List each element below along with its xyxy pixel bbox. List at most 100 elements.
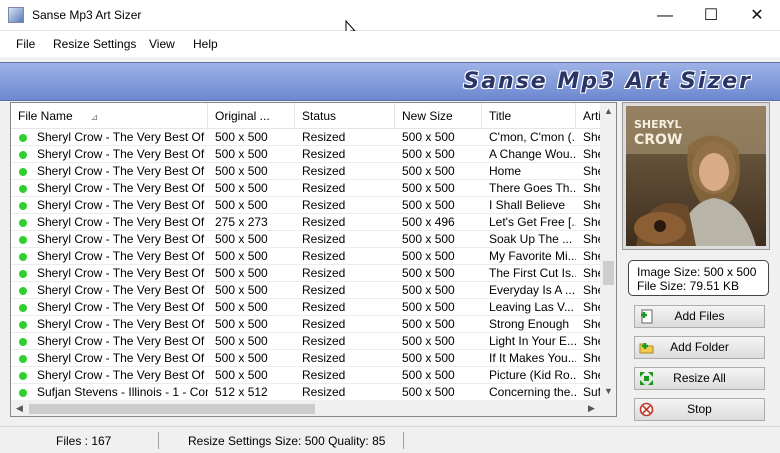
- cell-status: Resized: [302, 147, 346, 161]
- status-dot-icon: [19, 372, 27, 380]
- cell-original-size: 500 x 500: [215, 300, 268, 314]
- cell-original-size: 500 x 500: [215, 266, 268, 280]
- cell-original-size: 500 x 500: [215, 283, 268, 297]
- cell-file-name: Sheryl Crow - The Very Best Of Sh...: [37, 368, 208, 382]
- table-row[interactable]: Sheryl Crow - The Very Best Of Sh... 500 …: [11, 163, 600, 180]
- cell-new-size: 500 x 500: [402, 317, 455, 331]
- cell-artist: She: [583, 334, 600, 348]
- cell-status: Resized: [302, 198, 346, 212]
- table-row[interactable]: Sheryl Crow - The Very Best Of Sh... 500 …: [11, 197, 600, 214]
- column-header-status[interactable]: Status: [295, 103, 395, 129]
- status-dot-icon: [19, 304, 27, 312]
- table-row[interactable]: Sheryl Crow - The Very Best Of Sh... 500 …: [11, 299, 600, 316]
- cell-file-name: Sheryl Crow - The Very Best Of Sh...: [37, 232, 208, 246]
- horizontal-scrollbar[interactable]: ◀ ▶: [11, 400, 600, 416]
- cell-new-size: 500 x 500: [402, 198, 455, 212]
- table-row[interactable]: Sheryl Crow - The Very Best Of Sh... 500 …: [11, 248, 600, 265]
- stop-button[interactable]: Stop: [634, 398, 765, 421]
- add-files-button[interactable]: Add Files: [634, 305, 765, 328]
- cell-new-size: 500 x 500: [402, 249, 455, 263]
- cell-artist: She: [583, 317, 600, 331]
- cell-status: Resized: [302, 164, 346, 178]
- maximize-button[interactable]: ☐: [688, 0, 734, 31]
- table-row[interactable]: Sheryl Crow - The Very Best Of Sh... 500 …: [11, 367, 600, 384]
- table-row[interactable]: Sheryl Crow - The Very Best Of Sh... 500 …: [11, 231, 600, 248]
- table-row[interactable]: Sheryl Crow - The Very Best Of Sh... 500 …: [11, 129, 600, 146]
- vertical-scrollbar[interactable]: ▲ ▼: [600, 103, 616, 400]
- status-dot-icon: [19, 168, 27, 176]
- table-row[interactable]: Sheryl Crow - The Very Best Of Sh... 500 …: [11, 350, 600, 367]
- cell-title: Let's Get Free [...: [489, 215, 576, 229]
- cell-status: Resized: [302, 317, 346, 331]
- cell-artist: She: [583, 266, 600, 280]
- menu-file[interactable]: File: [16, 37, 35, 51]
- app-banner: Sanse Mp3 Art Sizer: [0, 62, 780, 101]
- column-header-new-size[interactable]: New Size: [395, 103, 482, 129]
- cell-artist: She: [583, 300, 600, 314]
- cell-new-size: 500 x 500: [402, 147, 455, 161]
- resize-arrows-icon: [640, 372, 653, 385]
- cell-new-size: 500 x 496: [402, 215, 455, 229]
- cell-original-size: 500 x 500: [215, 198, 268, 212]
- add-files-label: Add Files: [674, 309, 725, 323]
- scroll-right-icon[interactable]: ▶: [583, 400, 600, 416]
- table-row[interactable]: Sheryl Crow - The Very Best Of Sh... 500 …: [11, 265, 600, 282]
- column-header-file-name[interactable]: File Name ⊿: [11, 103, 208, 129]
- table-row[interactable]: Sheryl Crow - The Very Best Of Sh... 500 …: [11, 282, 600, 299]
- table-row[interactable]: Sheryl Crow - The Very Best Of Sh... 500 …: [11, 146, 600, 163]
- resize-settings-status: Resize Settings Size: 500 Quality: 85: [188, 434, 386, 448]
- table-row[interactable]: Sufjan Stevens - Illinois - 1 - Conc... 5…: [11, 384, 600, 401]
- cell-original-size: 512 x 512: [215, 385, 268, 399]
- banner-logo-text: Sanse Mp3 Art Sizer: [463, 69, 752, 94]
- status-dot-icon: [19, 389, 27, 397]
- horizontal-scroll-thumb[interactable]: [29, 404, 315, 414]
- stop-icon: [639, 402, 654, 417]
- cell-status: Resized: [302, 232, 346, 246]
- cell-file-name: Sufjan Stevens - Illinois - 1 - Conc...: [37, 385, 208, 399]
- status-dot-icon: [19, 202, 27, 210]
- resize-all-button[interactable]: Resize All: [634, 367, 765, 390]
- add-folder-icon: [639, 343, 654, 354]
- table-row[interactable]: Sheryl Crow - The Very Best Of Sh... 500 …: [11, 316, 600, 333]
- column-header-original-size[interactable]: Original ...: [208, 103, 295, 129]
- status-dot-icon: [19, 134, 27, 142]
- vertical-scroll-thumb[interactable]: [603, 261, 614, 285]
- cell-original-size: 500 x 500: [215, 368, 268, 382]
- cell-artist: She: [583, 232, 600, 246]
- table-row[interactable]: Sheryl Crow - The Very Best Of Sh... 275 …: [11, 214, 600, 231]
- cell-artist: She: [583, 249, 600, 263]
- status-dot-icon: [19, 270, 27, 278]
- scroll-down-icon[interactable]: ▼: [600, 383, 616, 400]
- menu-resize-settings[interactable]: Resize Settings: [53, 37, 136, 51]
- column-header-title[interactable]: Title: [482, 103, 576, 129]
- scroll-up-icon[interactable]: ▲: [600, 103, 616, 120]
- status-dot-icon: [19, 185, 27, 193]
- cell-artist: She: [583, 351, 600, 365]
- status-bar: Files : 167 Resize Settings Size: 500 Qu…: [0, 426, 780, 453]
- minimize-button[interactable]: —: [642, 0, 688, 31]
- cell-title: My Favorite Mi...: [489, 249, 576, 263]
- add-folder-button[interactable]: Add Folder: [634, 336, 765, 359]
- cell-status: Resized: [302, 215, 346, 229]
- album-art-image: SHERYL CROW: [626, 106, 766, 246]
- add-files-icon: [641, 309, 653, 324]
- scroll-left-icon[interactable]: ◀: [11, 400, 28, 416]
- cell-title: Strong Enough: [489, 317, 570, 331]
- stop-label: Stop: [687, 402, 712, 416]
- cell-title: Picture (Kid Ro...: [489, 368, 576, 382]
- cell-title: The First Cut Is...: [489, 266, 576, 280]
- menu-help[interactable]: Help: [193, 37, 218, 51]
- table-row[interactable]: Sheryl Crow - The Very Best Of Sh... 500 …: [11, 180, 600, 197]
- album-art-preview: SHERYL CROW: [622, 102, 770, 250]
- cell-file-name: Sheryl Crow - The Very Best Of Sh...: [37, 300, 208, 314]
- menu-view[interactable]: View: [149, 37, 175, 51]
- close-button[interactable]: ✕: [734, 0, 780, 31]
- cell-artist: She: [583, 147, 600, 161]
- cell-new-size: 500 x 500: [402, 181, 455, 195]
- cell-status: Resized: [302, 249, 346, 263]
- cell-title: Concerning the...: [489, 385, 576, 399]
- file-size-text: File Size: 79.51 KB: [637, 279, 740, 293]
- column-header-artist[interactable]: Arti: [576, 103, 600, 129]
- cell-artist: Suf: [583, 385, 600, 399]
- table-row[interactable]: Sheryl Crow - The Very Best Of Sh... 500 …: [11, 333, 600, 350]
